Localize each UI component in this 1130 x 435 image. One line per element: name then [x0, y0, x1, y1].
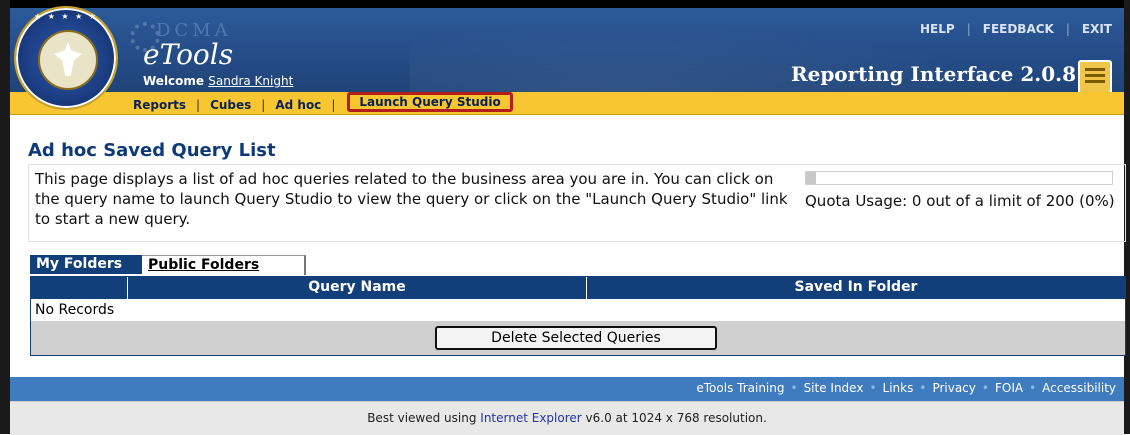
app-title: Reporting Interface 2.0.8: [790, 62, 1076, 86]
description-panel: This page displays a list of ad hoc quer…: [28, 164, 1126, 242]
quota-usage-text: Quota Usage: 0 out of a limit of 200 (0%…: [805, 192, 1115, 210]
footer-link-site-index[interactable]: Site Index: [804, 381, 864, 395]
best-viewed-text: Best viewed using Internet Explorer v6.0…: [367, 411, 767, 425]
separator: |: [1065, 22, 1070, 36]
welcome-text: Welcome Sandra Knight: [143, 74, 293, 88]
app-logo: eTools: [143, 38, 234, 71]
nav-launch-query-studio[interactable]: Launch Query Studio: [347, 92, 513, 112]
table-header: Query Name Saved In Folder: [31, 277, 1125, 299]
calculator-icon[interactable]: [1078, 60, 1112, 94]
query-table: Query Name Saved In Folder No Records De…: [30, 276, 1126, 356]
feedback-link[interactable]: FEEDBACK: [983, 22, 1054, 36]
no-records-text: No Records: [31, 299, 1125, 321]
description-text: This page displays a list of ad hoc quer…: [35, 170, 788, 228]
quota-progress-fill: [806, 172, 816, 184]
nav-cubes[interactable]: Cubes: [210, 98, 251, 112]
top-links: HELP | FEEDBACK | EXIT: [920, 22, 1112, 36]
nav-bar: Reports | Cubes | Ad hoc | Launch Query Studio: [10, 92, 1124, 115]
footer-links: eTools Training • Site Index • Links • Privacy…: [696, 381, 1116, 395]
footer-links-bar: eTools Training • Site Index • Links • Privacy…: [10, 377, 1124, 401]
footer-link-etools-training[interactable]: eTools Training: [696, 381, 784, 395]
nav-ad-hoc[interactable]: Ad hoc: [275, 98, 321, 112]
dcma-seal-logo: ★ ★ ★ ★ ★: [14, 6, 118, 110]
separator: |: [966, 22, 971, 36]
header-banner: DCMA eTools Welcome Sandra Knight HELP | F…: [10, 8, 1124, 94]
eagle-icon: [54, 42, 82, 76]
footer-link-links[interactable]: Links: [883, 381, 914, 395]
internet-explorer-link[interactable]: Internet Explorer: [480, 411, 581, 425]
page-title: Ad hoc Saved Query List: [28, 140, 276, 161]
nav-reports[interactable]: Reports: [133, 98, 186, 112]
select-column-header: [31, 277, 128, 299]
saved-in-folder-header[interactable]: Saved In Folder: [587, 279, 1125, 295]
footer-link-privacy[interactable]: Privacy: [932, 381, 975, 395]
footer-link-foia[interactable]: FOIA: [995, 381, 1023, 395]
delete-selected-queries-button[interactable]: Delete Selected Queries: [435, 326, 717, 350]
quota-progress-bar: [805, 171, 1113, 185]
user-name-link[interactable]: Sandra Knight: [208, 74, 293, 88]
exit-link[interactable]: EXIT: [1082, 22, 1112, 36]
help-link[interactable]: HELP: [920, 22, 955, 36]
window-frame-left: [0, 0, 10, 434]
window-frame-top: [0, 0, 1130, 8]
welcome-label: Welcome: [143, 74, 205, 88]
footer-note-bar: Best viewed using Internet Explorer v6.0…: [10, 401, 1124, 435]
tab-public-folders[interactable]: Public Folders: [142, 255, 306, 275]
table-actions: Delete Selected Queries: [31, 321, 1125, 355]
query-name-header[interactable]: Query Name: [128, 279, 586, 295]
tab-my-folders[interactable]: My Folders: [30, 255, 142, 274]
footer-link-accessibility[interactable]: Accessibility: [1042, 381, 1116, 395]
main-nav: Reports | Cubes | Ad hoc | Launch Query Studio: [133, 92, 513, 115]
